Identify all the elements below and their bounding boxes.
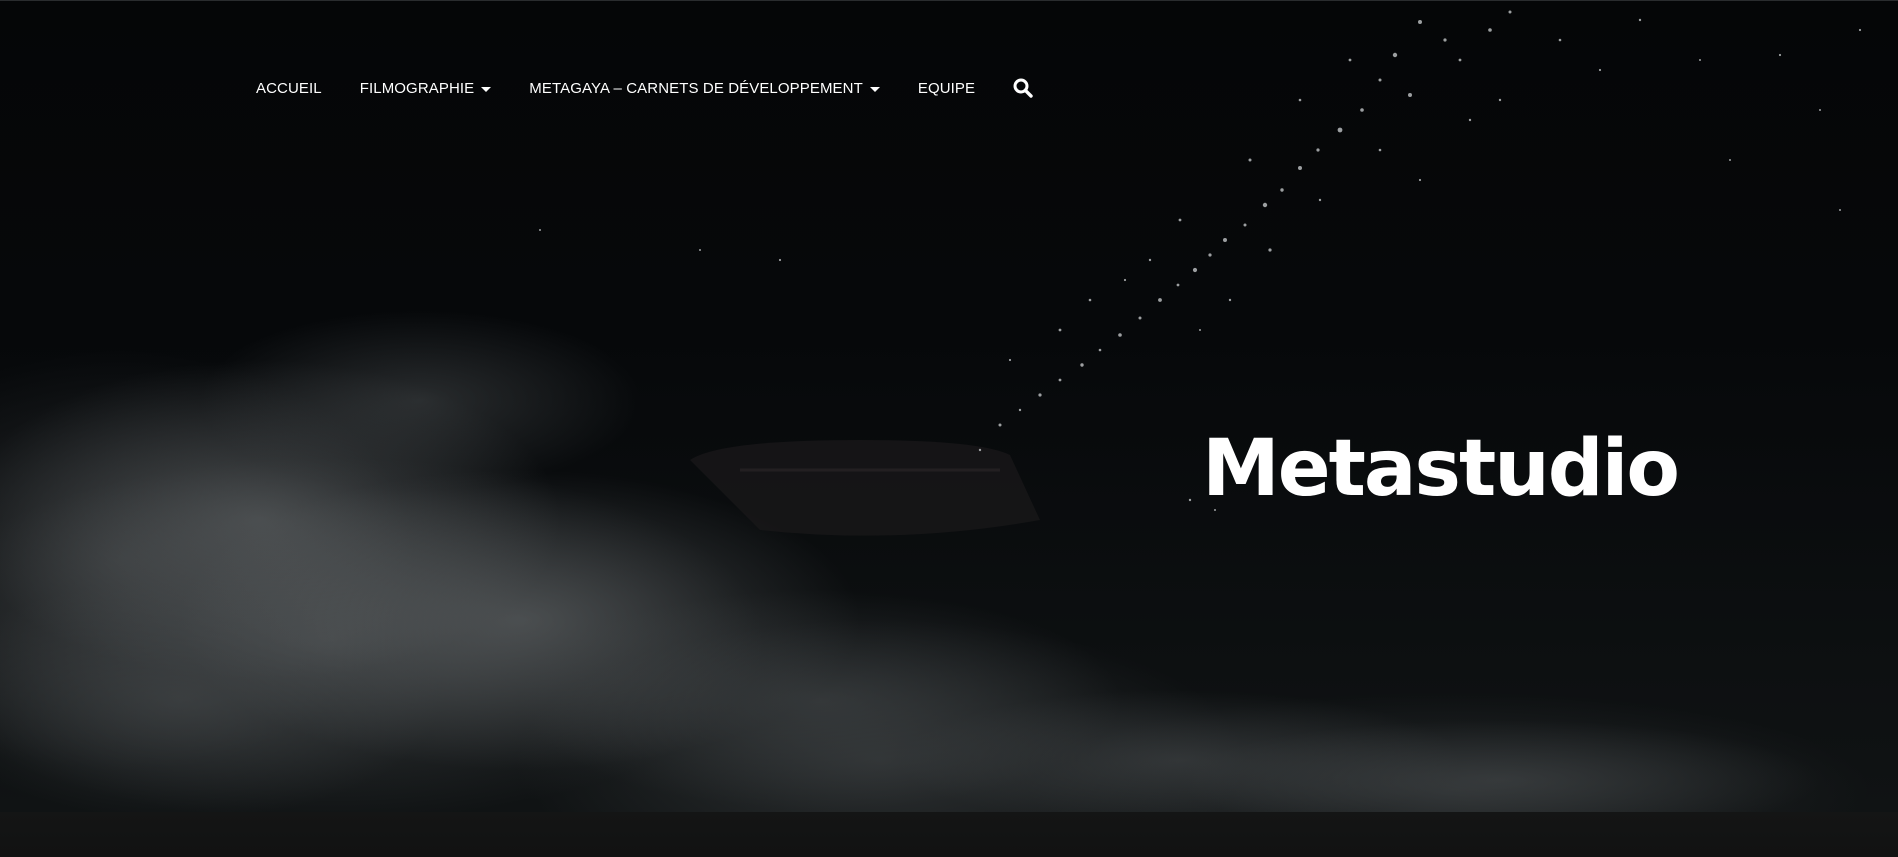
site-title: Metastudio bbox=[1202, 424, 1680, 515]
search-icon bbox=[1013, 78, 1033, 98]
nav-item-metagaya[interactable]: METAGAYA – CARNETS DE DÉVELOPPEMENT bbox=[510, 80, 899, 97]
nav-item-label: ACCUEIL bbox=[256, 79, 322, 97]
nav-item-label: EQUIPE bbox=[917, 79, 976, 97]
nav-item-filmographie[interactable]: FILMOGRAPHIE bbox=[341, 80, 511, 97]
chevron-down-icon bbox=[869, 86, 880, 92]
hero-banner bbox=[0, 0, 1898, 812]
hero-background-art bbox=[0, 10, 1862, 812]
nav-item-label: FILMOGRAPHIE bbox=[359, 79, 475, 97]
main-navigation: ACCUEIL FILMOGRAPHIE METAGAYA – CARNETS … bbox=[237, 70, 1052, 106]
nav-item-accueil[interactable]: ACCUEIL bbox=[237, 80, 341, 97]
top-border bbox=[0, 0, 1898, 1]
section-divider bbox=[0, 812, 1898, 857]
nav-item-label: METAGAYA – CARNETS DE DÉVELOPPEMENT bbox=[529, 79, 863, 97]
nav-item-equipe[interactable]: EQUIPE bbox=[899, 80, 994, 97]
search-button[interactable] bbox=[994, 78, 1052, 98]
chevron-down-icon bbox=[481, 86, 492, 92]
